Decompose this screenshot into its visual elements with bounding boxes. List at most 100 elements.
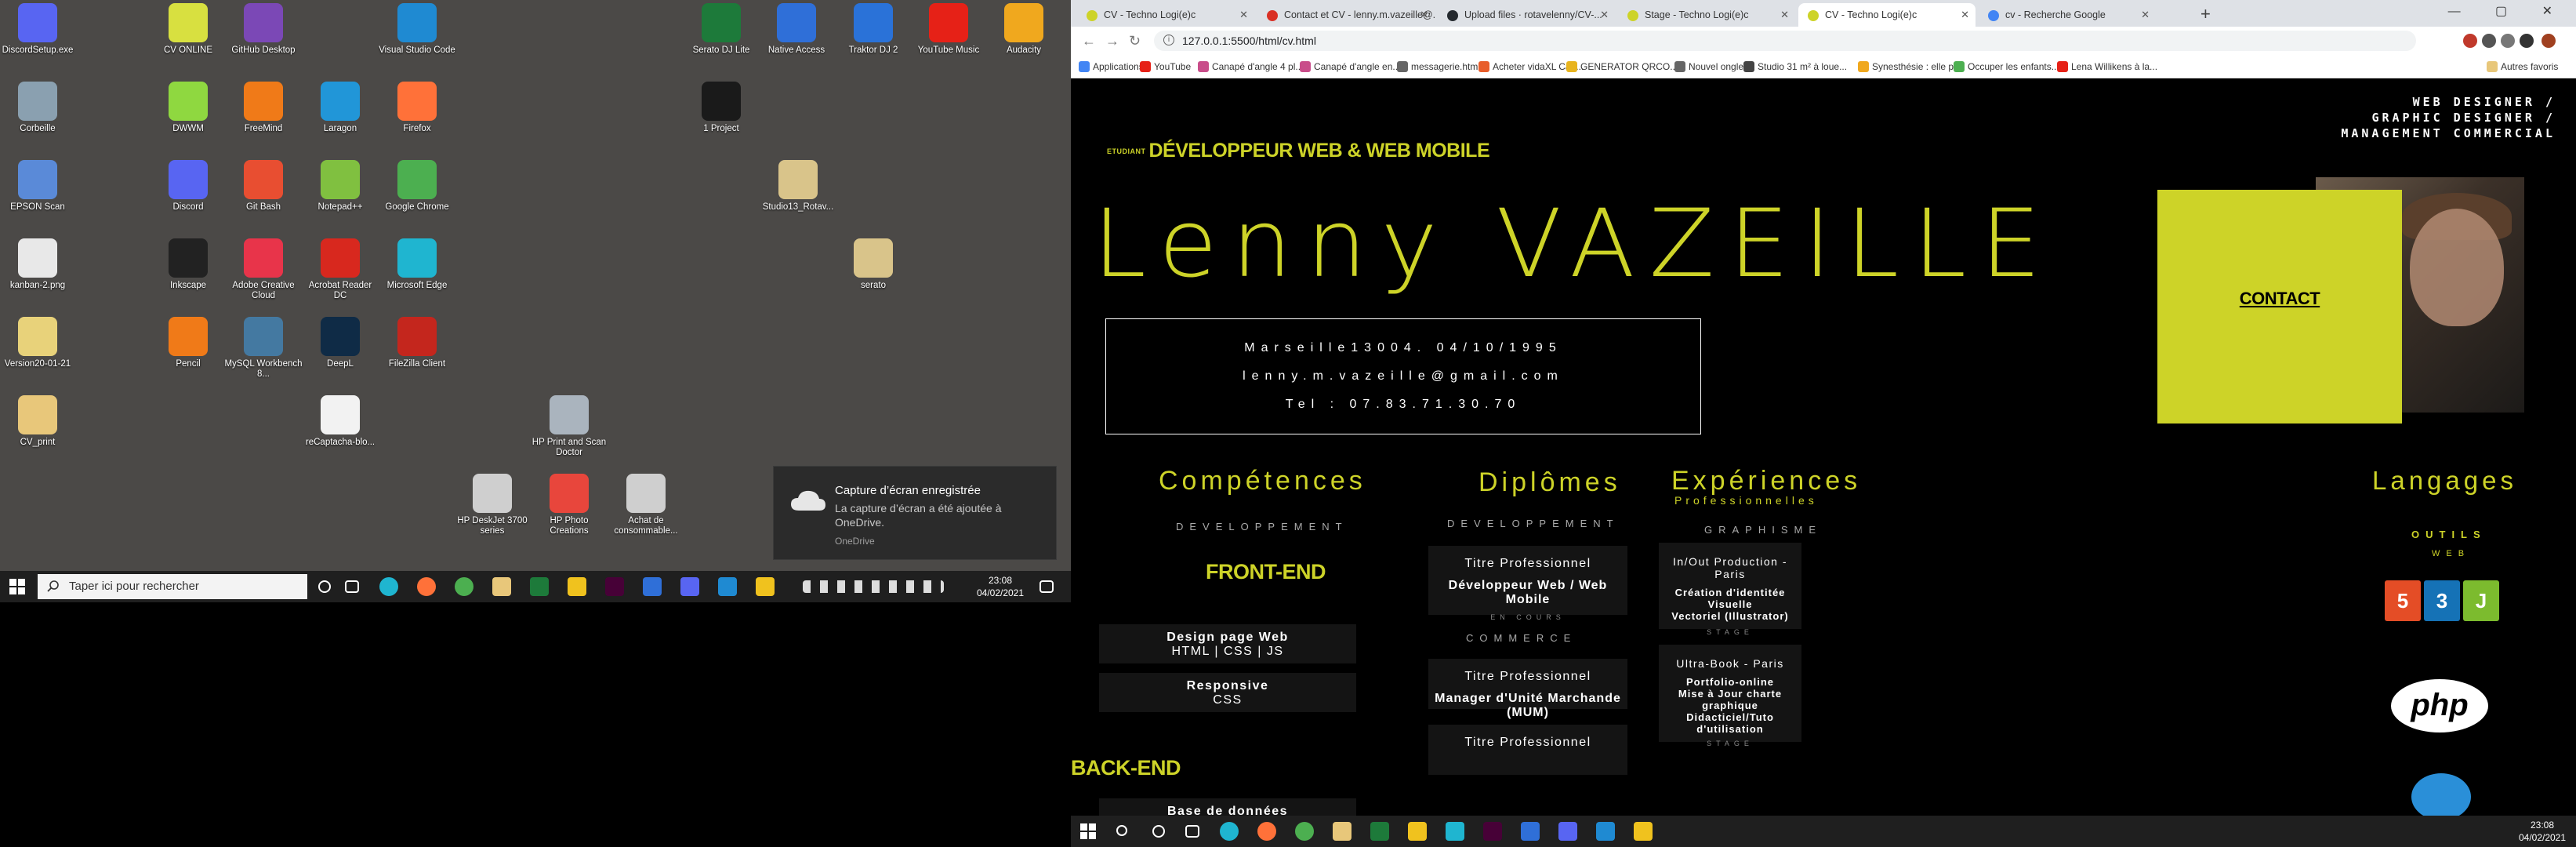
desktop-icon[interactable]: DWWM [149,82,227,134]
desktop-icon[interactable]: CV ONLINE [149,3,227,56]
app-taskbar-icon[interactable] [1370,822,1389,841]
desktop-icon[interactable]: Discord [149,160,227,213]
chrome-taskbar-icon[interactable] [455,577,473,596]
taskbar-search-input[interactable]: Taper ici pour rechercher [38,574,307,599]
vscode-taskbar-icon[interactable] [718,577,737,596]
desktop-icon[interactable]: Version20-01-21 [0,317,77,369]
close-tab-icon[interactable]: ✕ [2141,3,2150,27]
window-controls[interactable]: — ▢ ✕ [2448,3,2568,19]
info-icon[interactable]: i [1163,35,1174,45]
browser-tab[interactable]: Upload files · rotavelenny/CV-... ✕ [1438,3,1615,27]
task-view-icon[interactable] [345,580,359,593]
discord-taskbar-icon[interactable] [1558,822,1577,841]
contact-link[interactable]: CONTACT [2157,289,2402,309]
xd-taskbar-icon[interactable] [605,577,624,596]
desktop-icon[interactable]: Traktor DJ 2 [834,3,912,56]
bookmark-item[interactable]: YouTube [1138,55,1191,78]
bookmark-item[interactable]: messagerie.html [1395,55,1480,78]
desktop-icon[interactable]: Visual Studio Code [378,3,456,56]
bookmark-item[interactable]: Nouvel onglet [1673,55,1746,78]
close-tab-icon[interactable]: ✕ [1600,3,1609,27]
desktop-icon[interactable]: Pencil [149,317,227,369]
desktop-icon[interactable]: DiscordSetup.exe [0,3,77,56]
back-icon[interactable]: ← [1082,33,1096,49]
xd-taskbar-icon[interactable] [1483,822,1502,841]
desktop-icon[interactable]: Inkscape [149,238,227,291]
desktop-icon[interactable]: EPSON Scan [0,160,77,213]
tray-icons[interactable] [803,580,944,593]
taskbar-clock[interactable]: 23:08 04/02/2021 [969,574,1032,599]
windows-start-icon[interactable] [9,579,25,594]
app-taskbar-icon[interactable] [530,577,549,596]
desktop-icon[interactable]: Studio13_Rotav... [759,160,837,213]
cortana-icon[interactable] [1152,825,1165,838]
firefox-taskbar-icon[interactable] [1257,822,1276,841]
bookmark-item[interactable]: Occuper les enfants... [1952,55,2059,78]
extension-icon-3[interactable] [2520,34,2534,48]
vscode-taskbar-icon[interactable] [1596,822,1615,841]
task-view-icon[interactable] [1185,825,1199,838]
forward-icon[interactable]: → [1105,33,1119,49]
address-bar[interactable]: i 127.0.0.1:5500/html/cv.html [1154,31,2416,51]
desktop-icon[interactable]: DeepL [301,317,379,369]
desktop-icon[interactable]: Serato DJ Lite [682,3,760,56]
browser-tab[interactable]: Contact et CV - lenny.m.vazeille@... ✕ [1257,3,1435,27]
discord-taskbar-icon[interactable] [680,577,699,596]
edge-taskbar-icon[interactable] [379,577,398,596]
firefox-taskbar-icon[interactable] [417,577,436,596]
desktop-icon[interactable]: Microsoft Edge [378,238,456,291]
desktop-icon[interactable]: serato [834,238,912,291]
browser-tab[interactable]: CV - Techno Logi(e)c ✕ [1798,3,1976,27]
cortana-icon[interactable] [318,580,331,593]
desktop-icon[interactable]: HP DeskJet 3700 series [453,474,532,536]
desktop-icon[interactable]: Achat de consommable... [607,474,685,536]
desktop-icon[interactable]: kanban-2.png [0,238,77,291]
bookmark-item[interactable]: Studio 31 m² à loue... [1742,55,1847,78]
desktop-icon[interactable]: Notepad++ [301,160,379,213]
bookmark-item[interactable]: Lena Willikens à la... [2055,55,2157,78]
explorer-taskbar-icon[interactable] [1333,822,1351,841]
desktop-icon[interactable]: GitHub Desktop [224,3,303,56]
extension-icon-1[interactable] [2463,34,2477,48]
app3-taskbar-icon[interactable] [756,577,775,596]
desktop-icon[interactable]: reCaptacha-blo... [301,395,379,448]
extensions-puzzle-icon[interactable] [2501,34,2515,48]
desktop-icon[interactable]: HP Print and Scan Doctor [530,395,608,458]
app2-taskbar-icon[interactable] [643,577,662,596]
new-tab-button[interactable]: + [2200,3,2211,25]
bookmark-item[interactable]: Synesthésie : elle p... [1856,55,1961,78]
desktop-icon[interactable]: Audacity [985,3,1063,56]
desktop-icon[interactable]: Firefox [378,82,456,134]
bookmark-item[interactable]: GENERATOR QRCO... [1565,55,1678,78]
desktop-icon[interactable]: Google Chrome [378,160,456,213]
folder-taskbar-icon[interactable] [568,577,586,596]
close-tab-icon[interactable]: ✕ [1420,3,1428,27]
desktop-icon[interactable]: 1 Project [682,82,760,134]
app2-taskbar-icon[interactable] [1446,822,1464,841]
desktop-icon[interactable]: FileZilla Client [378,317,456,369]
close-tab-icon[interactable]: ✕ [1780,3,1789,27]
desktop-icon[interactable]: HP Photo Creations [530,474,608,536]
extension-icon-2[interactable] [2482,34,2496,48]
desktop-icon[interactable]: YouTube Music [909,3,988,56]
taskbar-clock[interactable]: 23:08 04/02/2021 [2515,819,2570,844]
desktop-icon[interactable]: Acrobat Reader DC [301,238,379,301]
reload-icon[interactable]: ↻ [1129,33,1141,49]
browser-tab[interactable]: CV - Techno Logi(e)c ✕ [1077,3,1254,27]
folder-taskbar-icon[interactable] [1408,822,1427,841]
desktop-icon[interactable]: Adobe Creative Cloud [224,238,303,301]
explorer-taskbar-icon[interactable] [492,577,511,596]
profile-avatar[interactable] [2542,34,2556,48]
desktop-icon[interactable]: Laragon [301,82,379,134]
app4-taskbar-icon[interactable] [1634,822,1653,841]
desktop-icon[interactable]: Native Access [757,3,836,56]
bookmark-item[interactable]: Applications [1077,55,1144,78]
desktop-icon[interactable]: CV_print [0,395,77,448]
search-icon[interactable] [1116,825,1127,836]
close-tab-icon[interactable]: ✕ [1239,3,1248,27]
chrome-taskbar-icon[interactable] [1295,822,1314,841]
windows-start-icon[interactable] [1080,823,1096,839]
onedrive-notification[interactable]: Capture d’écran enregistrée La capture d… [773,466,1057,560]
notification-center-icon[interactable] [1039,580,1054,593]
desktop-icon[interactable]: Git Bash [224,160,303,213]
